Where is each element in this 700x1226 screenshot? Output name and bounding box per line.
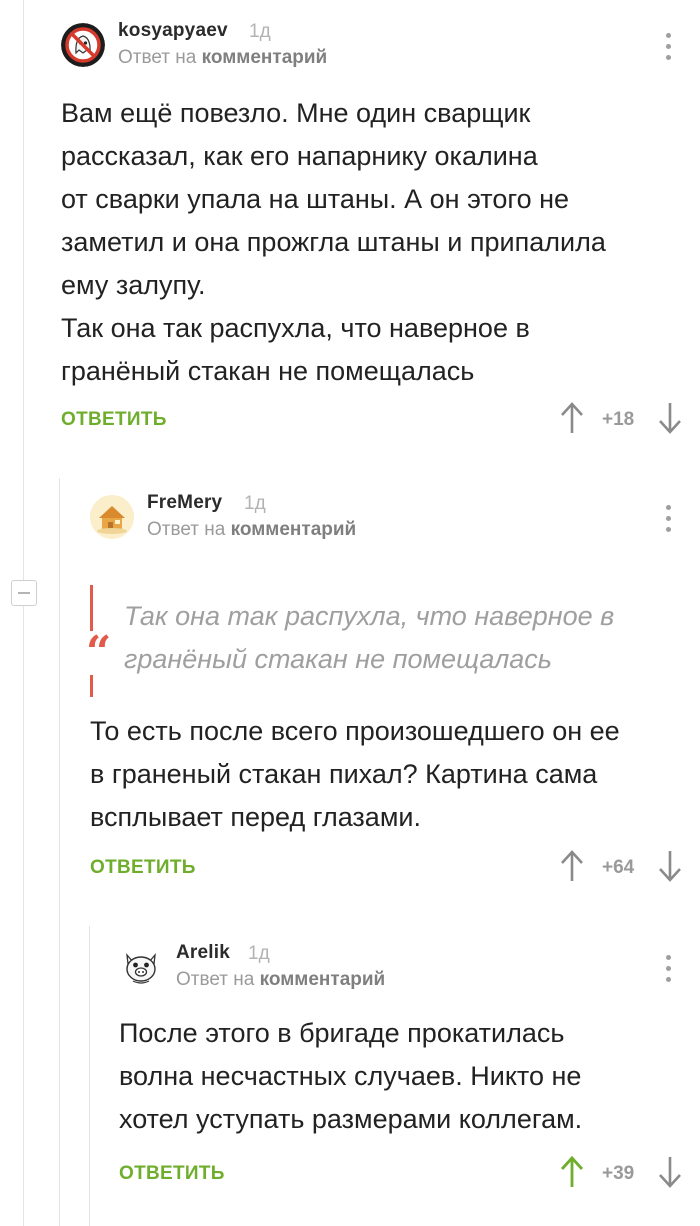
text-line: волна несчастных случаев. Никто не bbox=[119, 1061, 582, 1091]
text-line: заметил и она прожгла штаны и припалила bbox=[61, 227, 606, 257]
arrow-up-icon[interactable] bbox=[559, 401, 585, 435]
comment-header: Arelik 1д Ответ на комментарий bbox=[119, 942, 686, 998]
reply-to-info: Ответ на комментарий bbox=[147, 519, 356, 541]
arrow-down-icon[interactable] bbox=[657, 1155, 683, 1189]
reply-to-prefix: Ответ на bbox=[147, 519, 226, 540]
ghost-no-sign-avatar[interactable] bbox=[61, 23, 105, 67]
text-line: гранёный стакан не помещалась bbox=[61, 356, 475, 386]
comment-text: То есть после всего произошедшего он ее … bbox=[90, 710, 686, 839]
rating: +64 bbox=[602, 857, 635, 878]
rating: +39 bbox=[602, 1163, 635, 1184]
thread-line-level-1 bbox=[23, 606, 24, 1226]
reply-button[interactable]: ОТВЕТИТЬ bbox=[90, 857, 196, 879]
text-line: рассказал, как его напарнику окалина bbox=[61, 141, 538, 171]
reply-to-link[interactable]: комментарий bbox=[202, 47, 328, 68]
comment-text: После этого в бригаде прокатилась волна … bbox=[119, 1012, 686, 1141]
quote-mark-icon: “ bbox=[84, 627, 114, 678]
text-line: ему залупу. bbox=[61, 270, 206, 300]
text-line: Вам ещё повезло. Мне один сварщик bbox=[61, 98, 531, 128]
text-line: в граненый стакан пихал? Картина сама bbox=[90, 759, 598, 789]
comment-footer: ОТВЕТИТЬ +39 bbox=[119, 1155, 686, 1195]
reply-button[interactable]: ОТВЕТИТЬ bbox=[119, 1163, 225, 1185]
text-line: от сварки упала на штаны. А он этого не bbox=[61, 184, 570, 214]
more-vertical-icon[interactable] bbox=[663, 33, 673, 63]
text-line: всплывает перед глазами. bbox=[90, 802, 421, 832]
comment: Arelik 1д Ответ на комментарий После это… bbox=[119, 942, 686, 1195]
timestamp: 1д bbox=[249, 21, 271, 42]
quote-line: Так она так распухла, что наверное в bbox=[124, 601, 615, 631]
more-vertical-icon[interactable] bbox=[663, 955, 673, 985]
comment: kosyapyaev 1д Ответ на комментарий Вам е… bbox=[61, 20, 686, 441]
more-vertical-icon[interactable] bbox=[663, 505, 673, 535]
arrow-down-icon[interactable] bbox=[657, 849, 683, 883]
comment-header: kosyapyaev 1д Ответ на комментарий bbox=[61, 20, 686, 76]
text-line: После этого в бригаде прокатилась bbox=[119, 1018, 565, 1048]
reply-to-prefix: Ответ на bbox=[176, 969, 255, 990]
thread-line-level-3 bbox=[89, 926, 90, 1226]
username[interactable]: FreMery bbox=[147, 492, 222, 514]
quote-text: Так она так распухла, что наверное в гра… bbox=[124, 595, 686, 681]
text-line: То есть после всего произошедшего он ее bbox=[90, 716, 620, 746]
comment-footer: ОТВЕТИТЬ +64 bbox=[90, 849, 686, 889]
arrow-up-icon[interactable] bbox=[559, 849, 585, 883]
comment-header: FreMery 1д Ответ на комментарий bbox=[90, 492, 686, 548]
reply-to-prefix: Ответ на bbox=[118, 47, 197, 68]
reply-to-link[interactable]: комментарий bbox=[231, 519, 357, 540]
comment-footer: ОТВЕТИТЬ +18 bbox=[61, 401, 686, 441]
cartoon-pig-avatar[interactable] bbox=[119, 945, 163, 989]
arrow-down-icon[interactable] bbox=[657, 401, 683, 435]
text-line: хотел уступать размерами коллегам. bbox=[119, 1104, 583, 1134]
arrow-up-icon[interactable] bbox=[559, 1155, 585, 1189]
quote-block: “ Так она так распухла, что наверное в г… bbox=[84, 585, 686, 697]
reply-to-link[interactable]: комментарий bbox=[260, 969, 386, 990]
reply-button[interactable]: ОТВЕТИТЬ bbox=[61, 409, 167, 431]
reply-to-info: Ответ на комментарий bbox=[118, 47, 327, 69]
text-line: Так она так распухла, что наверное в bbox=[61, 313, 530, 343]
username[interactable]: Arelik bbox=[176, 942, 230, 964]
collapse-thread-button[interactable] bbox=[11, 580, 37, 606]
timestamp: 1д bbox=[244, 493, 266, 514]
reply-to-info: Ответ на комментарий bbox=[176, 969, 385, 991]
rating: +18 bbox=[602, 409, 635, 430]
house-avatar[interactable] bbox=[90, 495, 134, 539]
comment: FreMery 1д Ответ на комментарий “ Так он… bbox=[84, 492, 686, 889]
thread-line-level-1 bbox=[23, 0, 24, 580]
quote-line: гранёный стакан не помещалась bbox=[124, 644, 553, 674]
timestamp: 1д bbox=[248, 943, 270, 964]
thread-line-level-2 bbox=[59, 478, 60, 1226]
comment-text: Вам ещё повезло. Мне один сварщик расска… bbox=[61, 92, 686, 393]
username[interactable]: kosyapyaev bbox=[118, 20, 228, 42]
